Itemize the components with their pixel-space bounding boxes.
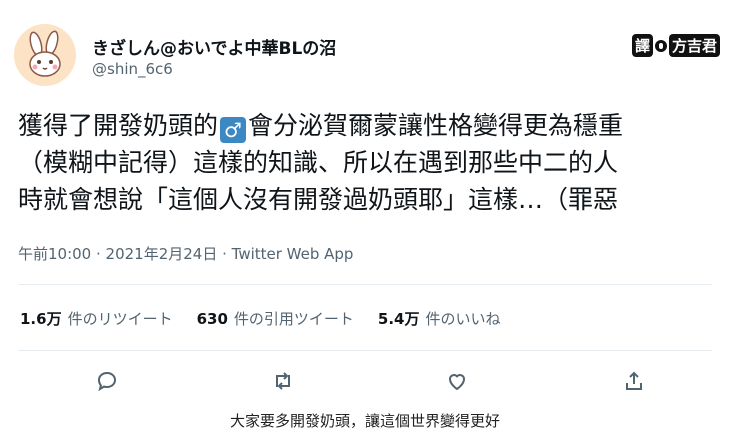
tweet-line-1-start: 獲得了開發奶頭的 bbox=[18, 111, 219, 140]
tweet-line-3: 時就會想說「這個人沒有開發過奶頭耶」這樣…（罪惡 bbox=[18, 185, 619, 214]
translator-badge: 譯 方吉君 bbox=[631, 34, 720, 57]
tweet-text: 獲得了開發奶頭的 ♂ 會分泌賀爾蒙讓性格變得更為穩重 （模糊中記得）這樣的知識、所以… bbox=[18, 107, 723, 218]
stat-label: 件の引用ツイート bbox=[233, 310, 354, 328]
tweet-stats: 1.6万 件のリツイート 630 件の引用ツイート 5.4万 件のいいね bbox=[20, 308, 501, 329]
tweet-line-1-end: 會分泌賀爾蒙讓性格變得更為穩重 bbox=[248, 111, 624, 140]
stat-value: 1.6万 bbox=[20, 310, 62, 328]
divider bbox=[18, 284, 712, 285]
male-sign-icon: ♂ bbox=[220, 117, 247, 143]
avatar[interactable] bbox=[14, 24, 76, 86]
separator-icon bbox=[654, 39, 667, 52]
action-bar bbox=[0, 366, 730, 396]
like-count[interactable]: 5.4万 件のいいね bbox=[378, 308, 501, 329]
stat-label: 件のいいね bbox=[425, 310, 501, 328]
tweet-meta[interactable]: 午前10:00 · 2021年2月24日 · Twitter Web App bbox=[18, 243, 353, 264]
heart-icon bbox=[448, 374, 466, 391]
tweet-line-2: （模糊中記得）這樣的知識、所以在遇到那些中二的人 bbox=[18, 148, 619, 177]
display-name[interactable]: きざしん@おいでよ中華BLの沼 bbox=[92, 34, 336, 59]
caption: 大家要多開發奶頭，讓這個世界變得更好 bbox=[229, 412, 500, 430]
quote-count[interactable]: 630 件の引用ツイート bbox=[197, 308, 354, 329]
stat-value: 630 bbox=[196, 310, 228, 328]
reply-icon bbox=[97, 371, 117, 392]
stat-label: 件のリツイート bbox=[67, 310, 173, 328]
retweet-button[interactable] bbox=[268, 366, 298, 396]
tweet-line-1: 獲得了開發奶頭的 ♂ 會分泌賀爾蒙讓性格變得更為穩重 bbox=[18, 107, 723, 144]
translator-name: 方吉君 bbox=[668, 34, 720, 57]
user-handle[interactable]: @shin_6c6 bbox=[92, 60, 173, 78]
share-button[interactable] bbox=[619, 366, 649, 396]
stat-value: 5.4万 bbox=[377, 310, 420, 328]
translator-prefix: 譯 bbox=[631, 34, 653, 57]
divider bbox=[18, 350, 712, 351]
reply-button[interactable] bbox=[92, 366, 122, 396]
rabbit-avatar-icon bbox=[14, 24, 76, 86]
like-button[interactable] bbox=[442, 366, 472, 396]
retweet-icon bbox=[276, 372, 290, 390]
share-icon bbox=[626, 371, 642, 390]
retweet-count[interactable]: 1.6万 件のリツイート bbox=[20, 308, 173, 329]
